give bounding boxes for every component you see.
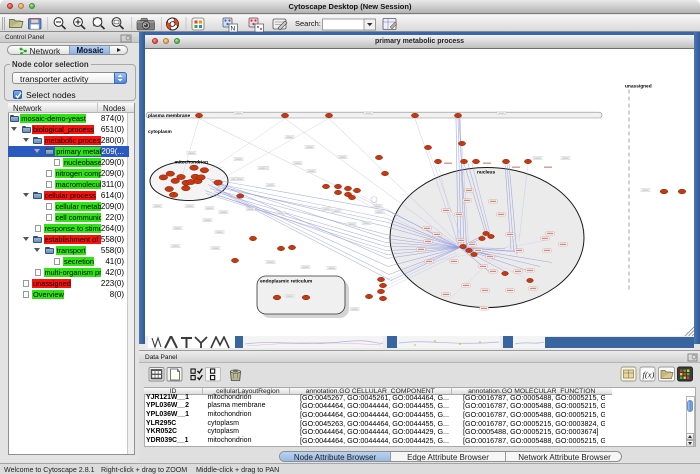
svg-text:f(x): f(x) — [643, 370, 655, 380]
svg-text:nucleus: nucleus — [477, 169, 495, 175]
svg-text:unassigned: unassigned — [625, 83, 652, 89]
svg-text:Search:: Search: — [295, 19, 321, 28]
svg-text:mitochondrion: mitochondrion — [175, 159, 209, 165]
svg-text:cytoplasm: cytoplasm — [148, 129, 172, 135]
svg-text:endoplasmic reticulum: endoplasmic reticulum — [260, 278, 312, 284]
svg-text:plasma membrane: plasma membrane — [148, 113, 190, 119]
svg-text:N: N — [231, 25, 236, 32]
